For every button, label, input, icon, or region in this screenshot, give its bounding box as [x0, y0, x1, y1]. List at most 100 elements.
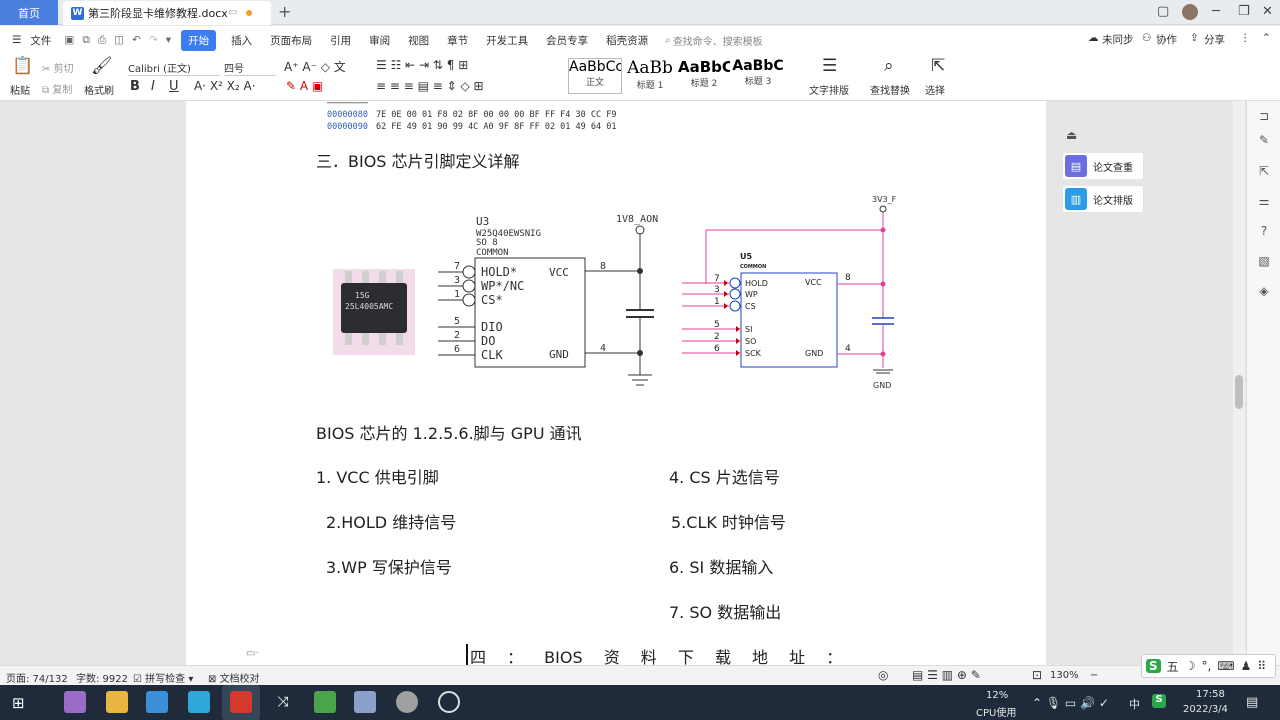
panel-collapse-icon[interactable]: ⏏	[1066, 128, 1077, 142]
format-painter-icon[interactable]: 🖌	[91, 56, 113, 76]
hamburger-menu-icon[interactable]: ☰	[0, 34, 30, 46]
scroll-thumb[interactable]	[1235, 375, 1243, 409]
image-icon[interactable]: ▧	[1257, 254, 1271, 268]
share-button[interactable]: 分享	[1204, 32, 1225, 47]
cut-button[interactable]: ✂ 剪切	[42, 60, 74, 75]
undo-icon[interactable]: ↶	[128, 34, 145, 46]
menu-review[interactable]: 审阅	[360, 33, 399, 48]
paste-label[interactable]: 粘贴	[10, 82, 30, 97]
redo-icon[interactable]: ↷	[145, 34, 162, 46]
settings-sliders-icon[interactable]: ⚌	[1257, 194, 1271, 208]
taskbar-app-photos-icon[interactable]	[64, 691, 86, 713]
preview-icon[interactable]: ◫	[110, 34, 128, 46]
taskbar-app5-icon[interactable]	[438, 691, 460, 713]
paste-icon[interactable]: 📋	[12, 56, 33, 76]
menu-insert[interactable]: 插入	[222, 33, 261, 48]
close-icon[interactable]: ✕	[1262, 4, 1273, 19]
style-heading1[interactable]: AaBb 标题 1	[624, 58, 676, 94]
taskbar-shuffle-icon[interactable]: ⤨	[272, 691, 294, 713]
tab-monitor-icon[interactable]: ▭	[228, 7, 237, 18]
bold-icon[interactable]: B	[130, 79, 140, 94]
collapse-ribbon-icon[interactable]: ⌃	[1262, 32, 1271, 44]
punctuation-icon[interactable]: °,	[1201, 659, 1211, 673]
eye-protect-icon[interactable]: ◎	[878, 668, 888, 682]
select-pointer-icon[interactable]: ⇱	[931, 56, 945, 76]
collab-button[interactable]: 协作	[1156, 32, 1177, 47]
location-icon[interactable]: ◈	[1257, 284, 1271, 298]
menu-file[interactable]: 文件	[30, 33, 60, 48]
clock-time[interactable]: 17:58	[1196, 689, 1225, 700]
unsync-button[interactable]: 未同步	[1102, 32, 1134, 47]
style-heading2[interactable]: AaBbC 标题 2	[678, 58, 730, 94]
clock-date[interactable]: 2022/3/4	[1183, 704, 1228, 715]
new-tab-button[interactable]: +	[278, 2, 291, 21]
zoom-level[interactable]: 130%	[1050, 670, 1079, 681]
notification-icon[interactable]: ▤	[1246, 695, 1258, 710]
word-count[interactable]: 字数: 9922	[76, 670, 128, 685]
taskbar-app3-icon[interactable]	[354, 691, 376, 713]
avatar[interactable]	[1182, 4, 1198, 20]
vertical-scrollbar[interactable]	[1233, 101, 1245, 665]
font-effects-icons[interactable]: A· X² X₂ A·	[194, 79, 256, 93]
alignment-icons[interactable]: ≡ ≡ ≡ ▤ ≡ ⇕ ◇ ⊞	[376, 79, 484, 93]
ime-toolbar[interactable]: S 五 ☽ °, ⌨ ♟ ⠿	[1141, 654, 1276, 678]
command-search-input[interactable]: 查找命令、搜索模板	[673, 33, 763, 48]
more-icon[interactable]: ⋮	[1240, 32, 1251, 44]
font-size-select[interactable]: 四号	[224, 60, 276, 76]
taskbar-wps-icon[interactable]	[230, 691, 252, 713]
menu-page-layout[interactable]: 页面布局	[261, 33, 321, 48]
tab-count-icon[interactable]: ▢	[1157, 4, 1169, 19]
grid-icon[interactable]: ⠿	[1257, 659, 1266, 673]
restore-icon[interactable]: ❐	[1238, 4, 1250, 19]
sidebar-toggle-icon[interactable]: ⊐	[1257, 109, 1271, 123]
spell-check-checkbox[interactable]: ☑ 拼写检查 ▾	[133, 670, 193, 685]
edit-icon[interactable]: ✎	[1257, 133, 1271, 147]
font-grow-shrink-icons[interactable]: A⁺ A⁻ ◇ 文	[284, 58, 346, 75]
text-layout-icon[interactable]: ☰	[822, 56, 837, 76]
italic-icon[interactable]: I	[151, 79, 155, 94]
format-painter-label[interactable]: 格式刷	[84, 82, 114, 97]
taskbar-app-icon[interactable]	[188, 691, 210, 713]
font-name-select[interactable]: Calibri (正文)	[128, 60, 220, 76]
document-tab[interactable]: W 第三阶段显卡维修教程.docx ▭	[63, 1, 271, 25]
save-icon[interactable]: ▣	[60, 34, 78, 46]
menu-daoke[interactable]: 稻壳资源	[597, 33, 657, 48]
ime-lang-indicator[interactable]: 中	[1129, 696, 1140, 712]
minimize-icon[interactable]: ─	[1212, 4, 1220, 19]
menu-dev-tools[interactable]: 开发工具	[477, 33, 537, 48]
ime-input-mode[interactable]: 五	[1167, 658, 1179, 675]
taskbar-explorer-icon[interactable]	[106, 691, 128, 713]
pointer-icon[interactable]: ⇱	[1257, 164, 1271, 178]
thesis-format-button[interactable]: ▥ 论文排版	[1062, 185, 1144, 213]
user-icon[interactable]: ♟	[1241, 659, 1252, 673]
paragraph-marker-icon[interactable]: ▭·	[246, 648, 259, 659]
style-normal[interactable]: AaBbCcI 正文	[568, 58, 622, 94]
moon-icon[interactable]: ☽	[1185, 659, 1196, 673]
highlight-color-icons[interactable]: ✎ A ▣	[286, 79, 323, 93]
fit-page-icon[interactable]: ⊡	[1032, 668, 1042, 682]
keyboard-icon[interactable]: ⌨	[1217, 659, 1234, 673]
list-indent-icons[interactable]: ☰ ☷ ⇤ ⇥ ⇅ ¶ ⊞	[376, 58, 468, 72]
menu-view[interactable]: 视图	[399, 33, 438, 48]
sogou-tray-icon[interactable]: S	[1152, 694, 1166, 708]
taskbar-app4-icon[interactable]	[396, 691, 418, 713]
view-mode-icons[interactable]: ▤ ☰ ▥ ⊕ ✎	[912, 668, 981, 682]
home-tab[interactable]: 首页	[0, 0, 58, 25]
underline-icon[interactable]: U	[169, 79, 179, 94]
find-replace-label[interactable]: 查找替换	[870, 82, 910, 97]
thesis-check-button[interactable]: ▤ 论文查重	[1062, 152, 1144, 180]
text-layout-label[interactable]: 文字排版	[809, 82, 849, 97]
find-replace-icon[interactable]: ⌕	[884, 56, 894, 76]
quick-access-dropdown-icon[interactable]: ▾	[162, 34, 175, 46]
select-label[interactable]: 选择	[925, 82, 945, 97]
taskbar-computer-icon[interactable]	[146, 691, 168, 713]
page-indicator[interactable]: 页面: 74/132	[6, 670, 68, 685]
zoom-out-icon[interactable]: −	[1090, 670, 1098, 681]
menu-member[interactable]: 会员专享	[537, 33, 597, 48]
menu-section[interactable]: 章节	[438, 33, 477, 48]
copy-button[interactable]: ⧉ 复制	[42, 81, 72, 96]
taskbar-app2-icon[interactable]	[314, 691, 336, 713]
doc-check-button[interactable]: ⊠ 文档校对	[208, 670, 260, 685]
tray-icons[interactable]: ⌃ 🎙 ▭ 🔊 ✓	[1032, 696, 1109, 710]
windows-start-icon[interactable]: ⊞	[12, 694, 25, 712]
